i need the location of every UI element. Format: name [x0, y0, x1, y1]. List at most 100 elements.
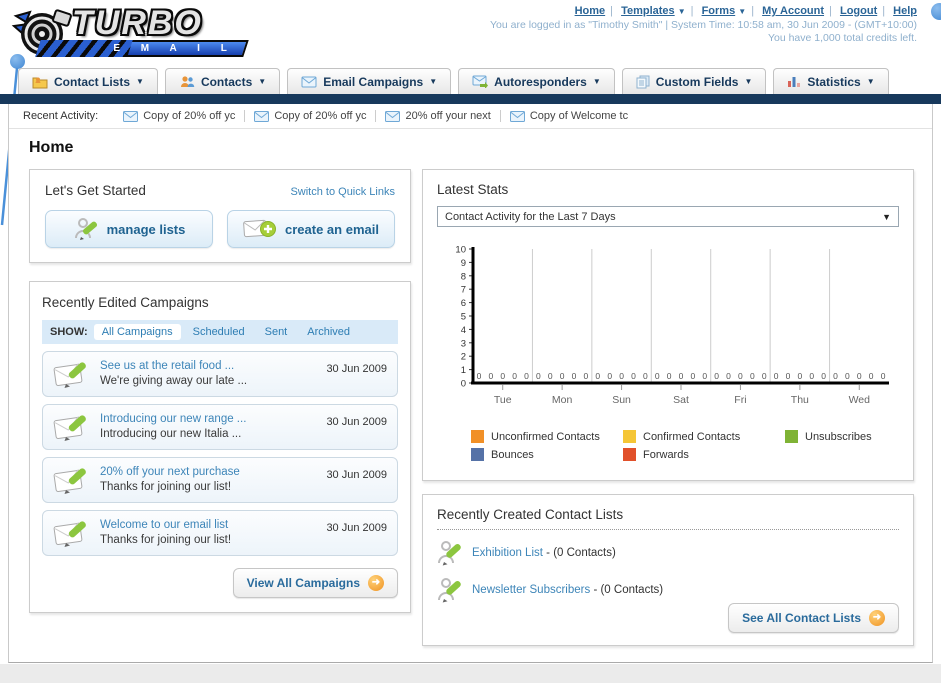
recent-activity-item[interactable]: 20% off your next: [376, 110, 501, 122]
nav-forms-link[interactable]: Forms: [702, 5, 736, 17]
svg-text:0: 0: [667, 371, 672, 381]
chevron-down-icon: ▼: [592, 77, 601, 86]
arrow-right-icon: ➜: [368, 575, 384, 591]
campaign-title-link[interactable]: Introducing our new range ...: [100, 412, 317, 427]
activity-item-label: Copy of 20% off yc: [143, 110, 236, 122]
latest-stats-panel: Latest Stats Contact Activity for the La…: [422, 169, 914, 481]
filter-all-campaigns[interactable]: All Campaigns: [93, 324, 181, 340]
person-pencil-icon: [438, 541, 461, 566]
campaign-title-link[interactable]: See us at the retail food ...: [100, 359, 317, 374]
svg-text:8: 8: [461, 271, 466, 282]
recently-created-contact-lists-panel: Recently Created Contact Lists Exhibitio…: [422, 494, 914, 646]
svg-text:0: 0: [809, 371, 814, 381]
filter-scheduled[interactable]: Scheduled: [185, 324, 253, 340]
tab-email-campaigns[interactable]: Email Campaigns ▼: [287, 68, 452, 94]
blue-balloon-decoration: [10, 54, 25, 69]
tab-custom-fields[interactable]: Custom Fields ▼: [621, 68, 767, 94]
campaign-title-link[interactable]: Welcome to our email list: [100, 518, 317, 533]
filter-archived[interactable]: Archived: [299, 324, 358, 340]
svg-text:0: 0: [845, 371, 850, 381]
svg-text:0: 0: [655, 371, 660, 381]
activity-item-label: Copy of 20% off yc: [274, 110, 367, 122]
tab-autoresponders[interactable]: Autoresponders ▼: [458, 68, 615, 94]
legend-item-bounces: Bounces: [471, 448, 623, 461]
svg-text:0: 0: [488, 371, 493, 381]
tab-contacts[interactable]: Contacts ▼: [164, 68, 281, 94]
show-label: SHOW:: [50, 326, 88, 338]
page-content: Recent Activity: Copy of 20% off yc Copy…: [8, 104, 933, 663]
contact-list-detail: - (0 Contacts): [546, 547, 616, 559]
envelope-pencil-icon: [53, 468, 86, 494]
legend-label: Forwards: [643, 448, 689, 461]
tab-statistics[interactable]: Statistics ▼: [773, 68, 889, 94]
recent-activity-item[interactable]: Copy of 20% off yc: [114, 110, 246, 122]
logo-subtitle: E M A I L: [113, 43, 236, 54]
legend-label: Unsubscribes: [805, 430, 872, 443]
main-nav-tabs: Contact Lists ▼ Contacts ▼ Email Campaigns…: [0, 68, 941, 94]
svg-text:0: 0: [738, 371, 743, 381]
page-footer-strip: [0, 664, 941, 683]
bar-chart: 012345678910Tue0 0 0 0 0Mon0 0 0 0 0Sun0 0 0 0 0Sat0…: [455, 245, 889, 406]
bar-chart-icon: [788, 77, 801, 87]
filter-sent[interactable]: Sent: [257, 324, 296, 340]
svg-text:0: 0: [548, 371, 553, 381]
manage-lists-label: manage lists: [106, 221, 186, 237]
arrow-right-icon: ➜: [869, 610, 885, 626]
stats-dropdown[interactable]: Contact Activity for the Last 7 Days ▼: [437, 206, 899, 227]
svg-text:0: 0: [477, 371, 482, 381]
chevron-down-icon: ▼: [677, 7, 686, 16]
campaign-row[interactable]: Introducing our new range ... Introducin…: [42, 404, 398, 450]
svg-text:0: 0: [774, 371, 779, 381]
envelope-icon: [509, 110, 525, 122]
switch-quick-links-link[interactable]: Switch to Quick Links: [290, 186, 395, 198]
contact-activity-chart: 0 1 2 3 4 5 6 7 8 9 10 Tue 0 0 0 0 0 Mon 0 0 0 0 0 Sun 0 0 0 0 0 Sat 0…: [437, 241, 899, 424]
see-all-contact-lists-button[interactable]: See All Contact Lists ➜: [728, 603, 899, 633]
contact-list-row[interactable]: Newsletter Subscribers - (0 Contacts): [437, 576, 899, 604]
svg-text:Sun: Sun: [612, 394, 631, 406]
manage-lists-button[interactable]: manage lists: [45, 210, 213, 248]
login-status: You are logged in as "Timothy Smith" | S…: [490, 19, 917, 45]
campaign-subtitle: Introducing our new Italia ...: [100, 428, 242, 440]
tab-label: Contact Lists: [54, 74, 131, 89]
campaign-subtitle: Thanks for joining our list!: [100, 534, 232, 546]
folder-contacts-icon: [32, 77, 48, 88]
campaign-row[interactable]: Welcome to our email list Thanks for joi…: [42, 510, 398, 556]
tab-label: Email Campaigns: [323, 74, 424, 89]
create-email-label: create an email: [285, 221, 379, 237]
campaign-title-link[interactable]: 20% off your next purchase: [100, 465, 317, 480]
campaign-row[interactable]: 20% off your next purchase Thanks for jo…: [42, 457, 398, 503]
svg-text:Thu: Thu: [791, 394, 809, 406]
svg-text:Fri: Fri: [734, 394, 746, 406]
status-line-2: You have 1,000 total credits left.: [767, 32, 917, 44]
nav-templates-link[interactable]: Templates: [621, 5, 675, 17]
legend-swatch: [471, 430, 484, 443]
chevron-down-icon: ▼: [738, 7, 747, 16]
campaign-date: 30 Jun 2009: [326, 363, 387, 375]
tab-label: Statistics: [807, 74, 861, 89]
tab-contact-lists[interactable]: Contact Lists ▼: [18, 68, 158, 94]
nav-my-account-link[interactable]: My Account: [762, 5, 824, 17]
chevron-down-icon: ▼: [882, 211, 891, 222]
campaign-row[interactable]: See us at the retail food ... We're givi…: [42, 351, 398, 397]
nav-home-link[interactable]: Home: [575, 5, 606, 17]
get-started-title: Let's Get Started: [45, 183, 146, 198]
svg-text:0: 0: [619, 371, 624, 381]
campaign-subtitle: We're giving away our late ...: [100, 375, 248, 387]
envelope-pencil-icon: [53, 362, 86, 388]
view-all-campaigns-button[interactable]: View All Campaigns ➜: [232, 568, 398, 598]
svg-text:0: 0: [869, 371, 874, 381]
get-started-panel: Let's Get Started Switch to Quick Links …: [29, 169, 411, 263]
svg-text:0: 0: [500, 371, 505, 381]
campaign-subtitle: Thanks for joining our list!: [100, 481, 232, 493]
tab-label: Contacts: [200, 74, 253, 89]
nav-help-link[interactable]: Help: [893, 5, 917, 17]
recent-activity-item[interactable]: Copy of Welcome tc: [501, 110, 637, 122]
contact-list-name-link[interactable]: Newsletter Subscribers: [472, 584, 590, 596]
create-email-button[interactable]: create an email: [227, 210, 395, 248]
contact-list-row[interactable]: Exhibition List - (0 Contacts): [437, 539, 899, 567]
recent-activity-item[interactable]: Copy of 20% off yc: [245, 110, 377, 122]
svg-text:0: 0: [461, 379, 466, 390]
view-all-campaigns-label: View All Campaigns: [246, 576, 360, 590]
nav-logout-link[interactable]: Logout: [840, 5, 877, 17]
contact-list-name-link[interactable]: Exhibition List: [472, 547, 543, 559]
